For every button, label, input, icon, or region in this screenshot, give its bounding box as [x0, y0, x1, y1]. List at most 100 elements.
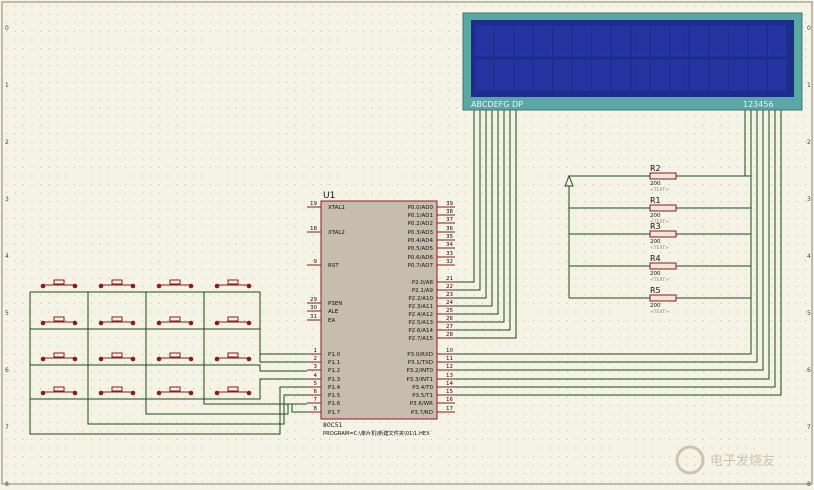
button-actuator: [53, 279, 65, 285]
mcu-pin-number: 36: [446, 226, 453, 232]
mcu-pin-name: P3.5/T1: [412, 393, 433, 399]
mcu-pin-number: 39: [446, 201, 453, 207]
mcu-pin-number: 38: [446, 209, 453, 215]
button-actuator: [169, 316, 181, 322]
resistor-text: <TEXT>: [650, 245, 669, 251]
display-char-cell: [729, 25, 747, 57]
button-actuator: [227, 352, 239, 358]
keypad-button[interactable]: [204, 279, 252, 293]
power-terminal[interactable]: [564, 174, 574, 187]
button-actuator: [227, 386, 239, 392]
display-char-cell: [475, 59, 494, 91]
mcu-pin-number: 7: [314, 397, 318, 403]
keypad-button[interactable]: [146, 352, 194, 366]
display-char-cell: [670, 59, 689, 91]
wire-keypad-row: [30, 291, 307, 355]
display-char-cell: [670, 25, 689, 57]
resistor-text: <TEXT>: [650, 187, 669, 193]
sheet-mark-right: 6: [807, 367, 811, 374]
resistor-r1[interactable]: R1200<TEXT>: [649, 196, 677, 225]
button-actuator: [111, 352, 123, 358]
button-terminal: [214, 283, 220, 289]
resistor-array[interactable]: R2200<TEXT>R1200<TEXT>R3200<TEXT>R4200<T…: [649, 164, 677, 315]
mcu-pin-name: ALE: [328, 309, 339, 315]
wire-p3-to-digit: [455, 110, 770, 380]
button-terminal: [156, 320, 162, 326]
resistor-body: [649, 262, 677, 270]
button-terminal: [40, 390, 46, 396]
mcu-pin-number: 34: [446, 242, 453, 248]
mcu-pin-name: P2.7/A15: [408, 336, 433, 342]
mcu-80c51[interactable]: U1 19 XTAL1 18 XTAL2 9 RST 29 PSEN 30 ALE 31 EA 1 P1.…: [307, 191, 455, 437]
keypad-button[interactable]: [30, 386, 78, 400]
mcu-pin-number: 26: [446, 316, 453, 322]
button-terminal: [98, 283, 104, 289]
keypad-button[interactable]: [88, 352, 136, 366]
mcu-pin-name: P2.1/A9: [412, 288, 434, 294]
button-terminal: [156, 283, 162, 289]
mcu-pin-name: P2.2/A10: [408, 296, 433, 302]
sheet-mark-left: 4: [5, 253, 9, 260]
keypad-button[interactable]: [88, 279, 136, 293]
resistor-value: 200: [650, 303, 661, 309]
mcu-pin-name: P0.4/AD4: [408, 238, 434, 244]
sheet-mark-right: 5: [807, 310, 811, 317]
mcu-pin-number: 21: [446, 276, 453, 282]
mcu-pin-name: P2.5/A13: [408, 320, 433, 326]
button-actuator: [169, 279, 181, 285]
keypad-4x4[interactable]: [30, 279, 252, 400]
keypad-button[interactable]: [30, 352, 78, 366]
keypad-button[interactable]: [146, 386, 194, 400]
mcu-pin-number: 35: [446, 234, 453, 240]
watermark-text: 电子发烧友: [710, 453, 775, 469]
resistor-r3[interactable]: R3 200<TEXT>: [649, 222, 677, 251]
display-char-cell: [475, 25, 494, 57]
mcu-pin-name: P2.3/A11: [408, 304, 433, 310]
button-actuator: [53, 352, 65, 358]
mcu-pin-name: P0.2/AD2: [408, 221, 433, 227]
resistor-body: [649, 172, 677, 180]
display-char-cell: [534, 59, 552, 91]
keypad-button[interactable]: [146, 279, 194, 293]
resistor-value: 200: [650, 181, 661, 187]
button-actuator: [111, 386, 123, 392]
button-terminal: [188, 283, 194, 289]
mcu-pin-number: 16: [446, 397, 453, 403]
keypad-button[interactable]: [30, 316, 78, 330]
keypad-button[interactable]: [146, 316, 194, 330]
wire-keypad-row: [30, 364, 307, 372]
keypad-button[interactable]: [88, 316, 136, 330]
display-char-cell: [709, 25, 728, 57]
wire-p3-to-digit: [455, 110, 752, 355]
keypad-button[interactable]: [30, 279, 78, 293]
resistor-r5[interactable]: R5 200<TEXT>: [649, 286, 677, 315]
button-terminal: [130, 356, 136, 362]
keypad-button[interactable]: [88, 386, 136, 400]
resistor-r4[interactable]: R4 200<TEXT>: [649, 254, 677, 283]
display-module[interactable]: ABCDEFG DP 123456: [462, 12, 803, 111]
mcu-pin-number: 9: [314, 259, 318, 265]
button-actuator: [227, 279, 239, 285]
mcu-pin-number: 12: [446, 364, 453, 370]
resistor-ref: R1: [650, 196, 661, 205]
display-char-cell: [553, 25, 572, 57]
mcu-pin-number: 10: [446, 348, 453, 354]
mcu-pin-number: 29: [310, 297, 317, 303]
mcu-pin-number: 32: [446, 259, 453, 265]
button-terminal: [72, 283, 78, 289]
keypad-button[interactable]: [204, 316, 252, 330]
button-terminal: [246, 283, 252, 289]
watermark: 电子发烧友: [675, 445, 775, 475]
mcu-pin-number: 15: [446, 389, 453, 395]
resistor-body: [649, 230, 677, 238]
mcu-pin-number: 24: [446, 300, 453, 306]
button-terminal: [214, 320, 220, 326]
mcu-pin-number: 18: [310, 226, 317, 232]
wire-p3-to-digit: [455, 110, 758, 363]
resistor-r2[interactable]: R2 200<TEXT>: [649, 164, 677, 193]
wire-p2-to-segment: [455, 110, 475, 283]
button-actuator: [169, 352, 181, 358]
mcu-pin-name: P2.4/A12: [408, 312, 433, 318]
mcu-pin-number: 13: [446, 373, 453, 379]
display-char-cell: [573, 59, 591, 91]
